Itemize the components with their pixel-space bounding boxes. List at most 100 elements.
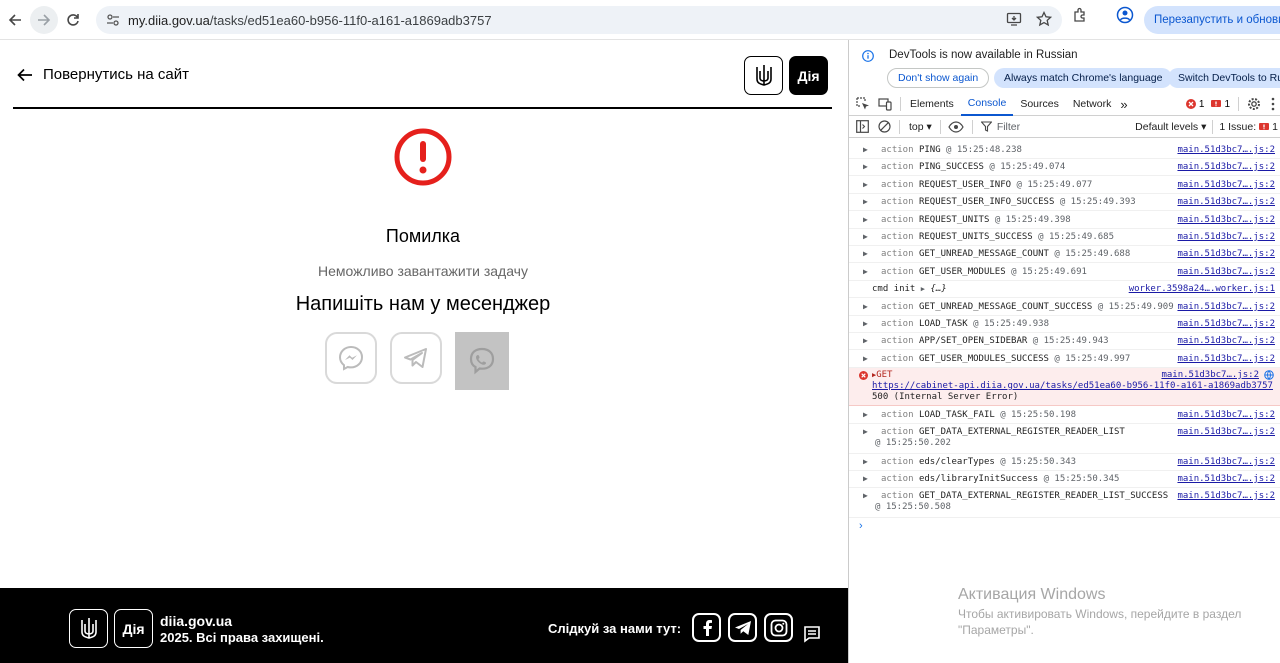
console-row[interactable]: ▶ action GET_UNREAD_MESSAGE_COUNT @ 15:25… <box>849 246 1280 263</box>
device-toolbar-icon[interactable] <box>878 97 892 111</box>
tab-elements[interactable]: Elements <box>903 93 961 116</box>
issue-count: 1 <box>1224 98 1230 110</box>
console-row[interactable]: ▶ action REQUEST_USER_INFO @ 15:25:49.077… <box>849 176 1280 194</box>
install-app-icon[interactable] <box>1006 11 1022 27</box>
reload-icon[interactable] <box>59 6 87 34</box>
console-row[interactable]: ▶ action PING_SUCCESS @ 15:25:49.074 main.… <box>849 159 1280 176</box>
match-language-button[interactable]: Always match Chrome's language <box>994 68 1173 88</box>
log-levels-value: Default levels <box>1135 120 1199 133</box>
more-tabs-button[interactable]: » <box>1118 93 1129 116</box>
error-message: Неможливо завантажити задачу <box>318 263 528 279</box>
windows-activation-title: Активация Windows <box>958 586 1106 603</box>
console-output: ▶ action PING @ 15:25:48.238 main.51d3bc7…… <box>849 139 1280 559</box>
bookmark-star-icon[interactable] <box>1036 11 1052 27</box>
error-alert-icon <box>394 128 452 186</box>
context-value: top <box>909 120 924 133</box>
console-row[interactable]: ▶ action GET_DATA_EXTERNAL_REGISTER_READE… <box>849 424 1280 454</box>
trident-logo[interactable] <box>744 56 783 95</box>
console-filter-input[interactable]: Filter <box>980 120 1109 133</box>
facebook-icon <box>700 619 714 637</box>
footer-follow-label: Слідкуй за нами тут: <box>548 621 682 636</box>
devtools-language-infobar: DevTools is now available in Russian Don… <box>849 40 1280 92</box>
footer-site-link[interactable]: diia.gov.ua <box>160 613 232 629</box>
relaunch-button[interactable]: Перезапустить и обновить <box>1144 6 1280 34</box>
live-expression-eye-icon[interactable] <box>948 120 964 133</box>
forward-arrow-icon[interactable] <box>30 6 58 34</box>
console-row[interactable]: ▶ action GET_UNREAD_MESSAGE_COUNT_SUCCESS… <box>849 298 1280 316</box>
console-row[interactable]: ▶ action REQUEST_UNITS @ 15:25:49.398 main… <box>849 211 1280 229</box>
issue-flag-icon <box>1259 122 1270 132</box>
sidebar-toggle-icon[interactable] <box>856 120 869 133</box>
issues-label: 1 Issue: <box>1219 120 1257 133</box>
footer-trident-logo[interactable] <box>69 609 108 648</box>
devtools-tab-bar: Elements Console Sources Network » 1 1 <box>849 93 1280 116</box>
viber-icon <box>467 346 497 376</box>
console-row[interactable]: ▶ action REQUEST_UNITS_SUCCESS @ 15:25:49… <box>849 229 1280 246</box>
contact-heading: Напишіть нам у месенджер <box>295 293 551 315</box>
telegram-link[interactable] <box>728 613 757 642</box>
filter-placeholder: Filter <box>996 120 1021 133</box>
site-info-icon[interactable] <box>106 13 120 27</box>
browser-toolbar: my.diia.gov.ua/tasks/ed51ea60-b956-11f0-… <box>0 0 1280 40</box>
settings-gear-icon[interactable] <box>1247 97 1261 111</box>
error-request-url[interactable]: https://cabinet-api.diia.gov.ua/tasks/ed… <box>872 381 1273 391</box>
clear-console-icon[interactable] <box>878 120 891 133</box>
messenger-icon <box>337 344 365 372</box>
console-row[interactable]: ▶ action LOAD_TASK @ 15:25:49.938 main.51d… <box>849 316 1280 333</box>
kebab-menu-icon[interactable] <box>1271 97 1275 111</box>
error-counter[interactable]: 1 1 <box>1185 98 1230 110</box>
facebook-link[interactable] <box>692 613 721 642</box>
arrow-left-icon <box>17 68 33 82</box>
windows-activation-text: Чтобы активировать Windows, перейдите в … <box>958 607 1242 637</box>
tab-console[interactable]: Console <box>960 93 1014 116</box>
error-count: 1 <box>1198 98 1205 110</box>
issues-button[interactable]: 1 Issue: 1 <box>1219 121 1278 133</box>
switch-language-button[interactable]: Switch DevTools to Rus <box>1168 68 1280 88</box>
extensions-icon[interactable] <box>1072 7 1088 23</box>
profile-avatar-icon[interactable] <box>1116 6 1134 24</box>
console-prompt[interactable]: › <box>859 520 863 532</box>
instagram-link[interactable] <box>764 613 793 642</box>
dont-show-again-button[interactable]: Don't show again <box>887 68 990 88</box>
viber-button[interactable] <box>455 332 509 390</box>
console-row[interactable]: ▶ action GET_USER_MODULES @ 15:25:49.691 m… <box>849 263 1280 281</box>
telegram-icon <box>734 620 752 636</box>
console-row[interactable]: ▶ action LOAD_TASK_FAIL @ 15:25:50.198 mai… <box>849 407 1280 424</box>
console-row[interactable]: ▶ action GET_USER_MODULES_SUCCESS @ 15:25… <box>849 350 1280 368</box>
console-row[interactable]: ▶ action PING @ 15:25:48.238 main.51d3bc7…… <box>849 142 1280 159</box>
issue-flag-icon <box>1211 99 1222 109</box>
tab-network[interactable]: Network <box>1066 93 1119 116</box>
diia-logo[interactable]: Дія <box>789 56 828 95</box>
console-error-row[interactable]: ▶GET main.51d3bc7….js:2 https://cabinet-… <box>849 368 1280 406</box>
context-selector[interactable]: top ▾ <box>909 121 932 133</box>
inspect-element-icon[interactable] <box>856 97 870 111</box>
console-row[interactable]: ▶ action GET_DATA_EXTERNAL_REGISTER_READE… <box>849 488 1280 518</box>
telegram-icon <box>402 344 430 372</box>
page: Повернутись на сайт Дія Помилка Неможлив… <box>0 40 848 663</box>
network-globe-icon[interactable] <box>1264 370 1274 380</box>
log-levels-dropdown[interactable]: Default levels ▾ <box>1135 121 1206 133</box>
filter-funnel-icon <box>980 121 992 132</box>
devtools-panel: DevTools is now available in Russian Don… <box>848 40 1280 663</box>
console-row[interactable]: ▶ action REQUEST_USER_INFO_SUCCESS @ 15:2… <box>849 194 1280 211</box>
back-arrow-icon[interactable] <box>1 6 29 34</box>
console-row[interactable]: ▶ action APP/SET_OPEN_SIDEBAR @ 15:25:49.… <box>849 333 1280 350</box>
console-row[interactable]: ▶ action eds/libraryInitSuccess @ 15:25:5… <box>849 471 1280 488</box>
console-row[interactable]: ▶ action eds/clearTypes @ 15:25:50.343 mai… <box>849 454 1280 471</box>
back-to-site-link[interactable]: Повернутись на сайт <box>17 66 189 83</box>
telegram-button[interactable] <box>390 332 442 384</box>
footer-diia-logo[interactable]: Дія <box>114 609 153 648</box>
back-to-site-label: Повернутись на сайт <box>43 66 190 83</box>
infobar-message: DevTools is now available in Russian <box>889 49 1078 61</box>
console-row-cmd-init[interactable]: cmd init ▶ {…} worker.3598a24….worker.js:… <box>849 281 1280 298</box>
chat-icon[interactable] <box>803 625 821 643</box>
console-toolbar: top ▾ Filter Default levels ▾ 1 Issue: 1 <box>849 116 1280 138</box>
address-bar[interactable]: my.diia.gov.ua/tasks/ed51ea60-b956-11f0-… <box>96 6 1062 34</box>
issues-count: 1 <box>1272 120 1278 133</box>
url-text: my.diia.gov.ua/tasks/ed51ea60-b956-11f0-… <box>128 12 492 28</box>
info-icon <box>862 50 874 62</box>
messenger-button[interactable] <box>325 332 377 384</box>
tab-sources[interactable]: Sources <box>1013 93 1066 116</box>
site-footer: Дія diia.gov.ua 2025. Всі права захищені… <box>0 588 848 663</box>
error-icon <box>1185 99 1196 109</box>
